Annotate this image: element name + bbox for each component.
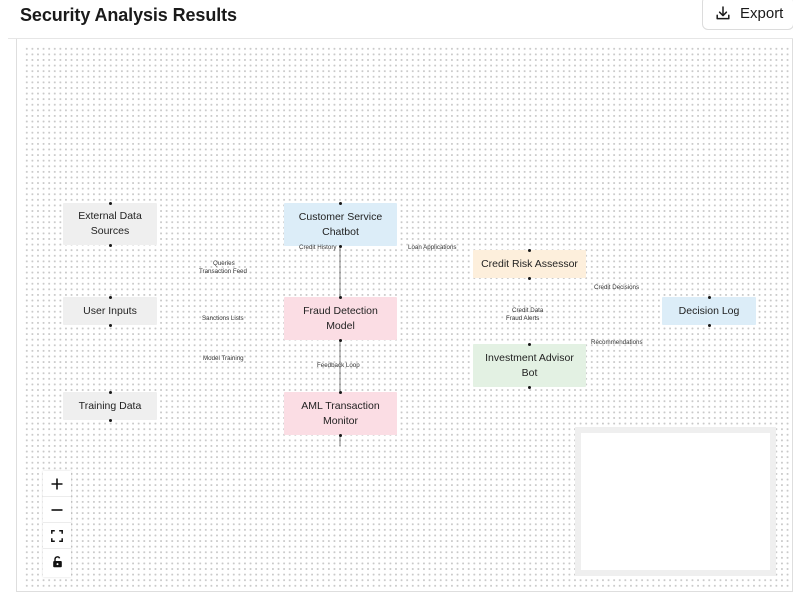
node-label: Decision Log bbox=[678, 304, 740, 317]
node-handle[interactable] bbox=[527, 385, 531, 389]
edge-label-sanctions-lists: Sanctions Lists bbox=[202, 315, 244, 322]
minus-icon bbox=[51, 508, 63, 511]
node-label: Fraud Detection Model bbox=[303, 304, 378, 332]
node-fraud-detection-model[interactable]: Fraud Detection Model bbox=[284, 297, 397, 340]
node-label: AML Transaction Monitor bbox=[301, 399, 380, 427]
node-credit-risk-assessor[interactable]: Credit Risk Assessor bbox=[473, 250, 586, 278]
node-handle[interactable] bbox=[527, 248, 531, 252]
node-handle[interactable] bbox=[338, 338, 342, 342]
node-handle[interactable] bbox=[707, 323, 711, 327]
unlock-icon bbox=[52, 556, 62, 568]
node-label: Investment Advisor Bot bbox=[485, 351, 574, 379]
node-handle[interactable] bbox=[707, 295, 711, 299]
plus-icon bbox=[51, 478, 63, 489]
node-handle[interactable] bbox=[527, 342, 531, 346]
edge-label-credit-history: Credit History bbox=[299, 244, 337, 251]
minimap-viewport[interactable] bbox=[581, 433, 770, 570]
node-handle[interactable] bbox=[338, 295, 342, 299]
node-handle[interactable] bbox=[108, 295, 112, 299]
node-label: User Inputs bbox=[83, 304, 137, 317]
node-decision-log[interactable]: Decision Log bbox=[662, 297, 756, 325]
node-customer-service-chatbot[interactable]: Customer Service Chatbot bbox=[284, 203, 397, 246]
export-button[interactable]: Export bbox=[702, 0, 793, 30]
edge-label-model-training: Model Training bbox=[203, 355, 244, 362]
node-handle[interactable] bbox=[338, 201, 342, 205]
edge-label-feedback-loop: Feedback Loop bbox=[317, 362, 360, 369]
node-external-data-sources[interactable]: External Data Sources bbox=[63, 203, 157, 245]
node-handle[interactable] bbox=[527, 276, 531, 280]
fit-view-icon bbox=[51, 529, 63, 542]
edge-label-queries: Queries bbox=[213, 260, 235, 267]
node-handle[interactable] bbox=[338, 433, 342, 437]
edge-label-fraud-alerts: Fraud Alerts bbox=[506, 315, 540, 322]
node-handle[interactable] bbox=[338, 390, 342, 394]
node-handle[interactable] bbox=[108, 243, 112, 247]
node-handle[interactable] bbox=[338, 244, 342, 248]
toggle-interactivity-button[interactable] bbox=[43, 549, 71, 575]
minimap[interactable] bbox=[575, 427, 776, 576]
node-handle[interactable] bbox=[108, 201, 112, 205]
edge-label-credit-data: Credit Data bbox=[512, 307, 544, 314]
zoom-in-button[interactable] bbox=[43, 471, 71, 497]
edge-label-loan-applications: Loan Applications bbox=[408, 244, 457, 251]
node-label: External Data Sources bbox=[78, 210, 142, 237]
fit-view-button[interactable] bbox=[43, 523, 71, 549]
node-handle[interactable] bbox=[108, 390, 112, 394]
edge-label-credit-decisions: Credit Decisions bbox=[594, 284, 640, 291]
node-investment-advisor-bot[interactable]: Investment Advisor Bot bbox=[473, 344, 586, 387]
node-training-data[interactable]: Training Data bbox=[63, 392, 157, 420]
node-handle[interactable] bbox=[108, 323, 112, 327]
node-label: Credit Risk Assessor bbox=[481, 257, 578, 270]
header: Security Analysis Results Export bbox=[0, 0, 793, 38]
node-label: Training Data bbox=[78, 399, 142, 412]
download-icon bbox=[715, 5, 731, 21]
diagram-controls bbox=[43, 471, 71, 577]
export-label: Export bbox=[740, 4, 784, 22]
edge-label-transaction-feed: Transaction Feed bbox=[199, 268, 247, 275]
edge-label-recommendations: Recommendations bbox=[591, 339, 643, 346]
zoom-out-button[interactable] bbox=[43, 497, 71, 523]
node-aml-transaction-monitor[interactable]: AML Transaction Monitor bbox=[284, 392, 397, 435]
node-user-inputs[interactable]: User Inputs bbox=[63, 297, 157, 325]
node-handle[interactable] bbox=[108, 418, 112, 422]
node-label: Customer Service Chatbot bbox=[298, 210, 383, 238]
page-title: Security Analysis Results bbox=[20, 5, 237, 25]
